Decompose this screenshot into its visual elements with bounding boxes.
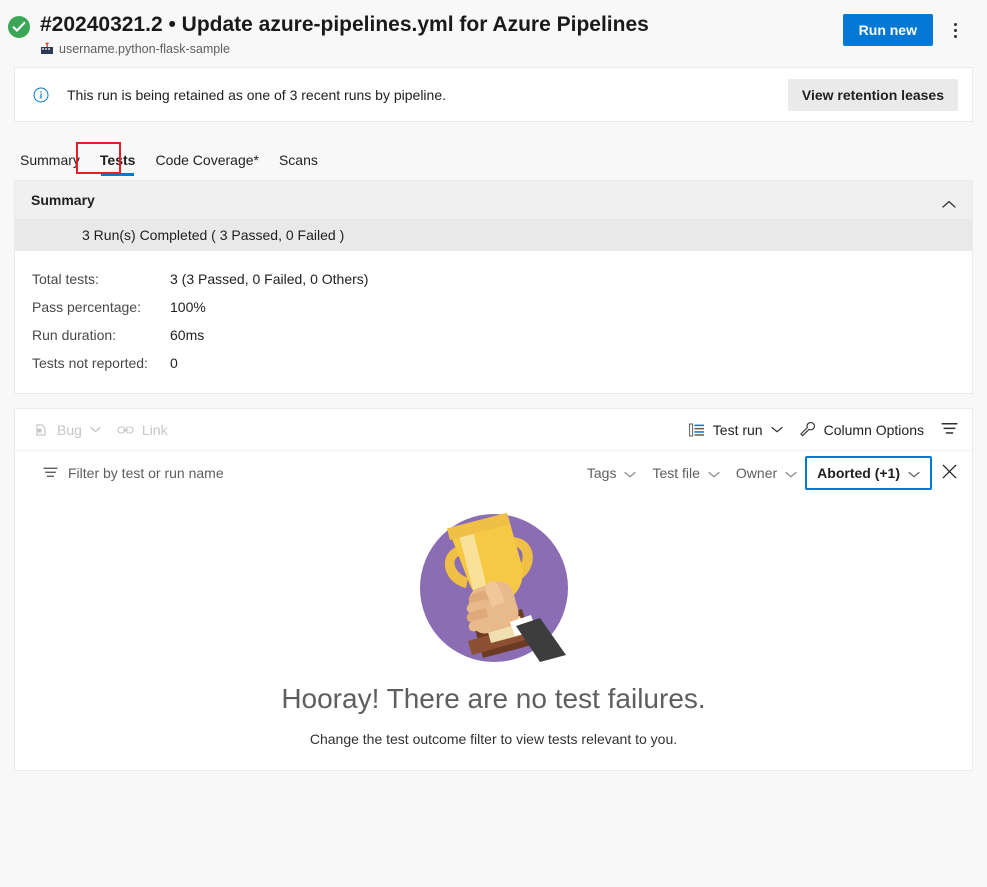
bug-icon	[33, 422, 49, 438]
search-input-placeholder: Filter by test or run name	[68, 464, 224, 481]
stat-row: Pass percentage: 100%	[15, 293, 972, 321]
retention-banner-message: This run is being retained as one of 3 r…	[67, 86, 447, 103]
test-file-filter-dropdown[interactable]: Test file	[644, 457, 727, 489]
outcome-filter-label: Aborted (+1)	[817, 464, 900, 481]
tab-summary[interactable]: Summary	[10, 152, 90, 180]
bug-label: Bug	[57, 421, 82, 438]
tags-filter-label: Tags	[586, 464, 617, 481]
owner-filter-dropdown[interactable]: Owner	[728, 457, 805, 489]
trophy-in-hand-illustration	[416, 510, 572, 669]
breadcrumb: username.python-flask-sample	[40, 42, 649, 56]
column-options-button[interactable]: Column Options	[791, 414, 932, 446]
wrench-icon	[799, 421, 816, 438]
clear-filters-button[interactable]	[932, 456, 966, 490]
empty-state-subtitle: Change the test outcome filter to view t…	[309, 731, 678, 747]
test-summary-card: Summary 3 Run(s) Completed ( 3 Passed, 0…	[14, 180, 973, 394]
group-list-icon	[688, 423, 705, 437]
tab-label: Tests	[99, 152, 136, 168]
tab-tests[interactable]: Tests	[90, 152, 146, 180]
pipeline-run-tests-page: #20240321.2 • Update azure-pipelines.yml…	[0, 0, 987, 887]
info-icon	[33, 87, 49, 103]
more-actions-button[interactable]	[939, 14, 971, 46]
page-header: #20240321.2 • Update azure-pipelines.yml…	[0, 0, 987, 67]
run-new-button[interactable]: Run new	[842, 14, 933, 46]
bug-button[interactable]: Bug	[25, 414, 109, 446]
retention-banner-wrap: This run is being retained as one of 3 r…	[0, 67, 987, 122]
chevron-down-icon	[771, 426, 783, 433]
stat-label: Total tests:	[32, 271, 99, 287]
filter-icon	[43, 465, 58, 481]
more-dot	[953, 34, 957, 38]
filter-icon	[941, 422, 958, 438]
chevron-down-icon	[624, 465, 637, 481]
link-label: Link	[141, 421, 168, 438]
tab-label: Summary	[20, 152, 80, 168]
tab-bar: Summary Tests Code Coverage* Scans	[0, 134, 987, 180]
page-title: #20240321.2 • Update azure-pipelines.yml…	[40, 13, 649, 36]
summary-title: Summary	[31, 192, 95, 208]
tab-label: Code Coverage*	[155, 152, 259, 168]
stat-row: Total tests: 3 (3 Passed, 0 Failed, 0 Ot…	[15, 265, 972, 293]
stat-row: Run duration: 60ms	[15, 321, 972, 349]
retention-banner: This run is being retained as one of 3 r…	[14, 67, 973, 122]
tab-label: Scans	[278, 152, 318, 168]
tags-filter-dropdown[interactable]: Tags	[579, 457, 645, 489]
stat-value: 3 (3 Passed, 0 Failed, 0 Others)	[170, 271, 369, 287]
summary-stats: Total tests: 3 (3 Passed, 0 Failed, 0 Ot…	[15, 251, 972, 393]
stat-label: Tests not reported:	[32, 355, 148, 371]
link-button[interactable]: Link	[109, 414, 176, 446]
link-icon	[117, 424, 134, 436]
stat-label: Run duration:	[32, 327, 117, 343]
tab-scans[interactable]: Scans	[269, 152, 328, 180]
header-title-group: #20240321.2 • Update azure-pipelines.yml…	[8, 0, 843, 56]
outcome-filter-dropdown[interactable]: Aborted (+1)	[805, 455, 932, 490]
stat-label: Pass percentage:	[32, 299, 141, 315]
chevron-down-icon	[785, 465, 797, 481]
filter-toggle-button[interactable]	[932, 413, 966, 447]
test-file-filter-label: Test file	[652, 464, 700, 481]
tab-code-coverage[interactable]: Code Coverage*	[145, 152, 269, 180]
summary-header[interactable]: Summary	[15, 181, 972, 219]
stat-value: 100%	[170, 299, 206, 315]
chevron-up-icon[interactable]	[942, 196, 956, 208]
title-block: #20240321.2 • Update azure-pipelines.yml…	[40, 12, 649, 56]
test-results-panel: Bug Link Test run Column Options Filter …	[14, 408, 973, 771]
empty-state: Hooray! There are no test failures. Chan…	[15, 494, 972, 770]
chevron-down-icon	[908, 465, 920, 481]
more-dot	[953, 22, 957, 26]
test-run-grouping-label: Test run	[712, 421, 763, 438]
chevron-down-icon	[90, 426, 101, 433]
owner-filter-label: Owner	[735, 464, 778, 481]
chevron-down-icon	[708, 465, 720, 481]
stat-value: 60ms	[170, 327, 205, 343]
filter-bar: Filter by test or run name Tags Test fil…	[15, 451, 972, 494]
stat-row: Tests not reported: 0	[15, 349, 972, 377]
empty-state-title: Hooray! There are no test failures.	[281, 683, 706, 714]
github-repo-icon	[40, 42, 54, 56]
stat-value: 0	[170, 355, 178, 371]
repo-name: username.python-flask-sample	[59, 42, 230, 56]
test-run-grouping-button[interactable]: Test run	[681, 414, 791, 446]
success-check-icon	[8, 16, 30, 38]
more-dot	[953, 28, 957, 32]
close-icon	[942, 464, 957, 482]
runs-completed-line: 3 Run(s) Completed ( 3 Passed, 0 Failed …	[15, 219, 972, 251]
column-options-label: Column Options	[823, 421, 924, 438]
header-actions: Run new	[842, 0, 971, 46]
command-bar: Bug Link Test run Column Options	[15, 409, 972, 451]
view-retention-leases-button[interactable]: View retention leases	[787, 78, 958, 111]
search-input[interactable]: Filter by test or run name	[25, 465, 579, 481]
